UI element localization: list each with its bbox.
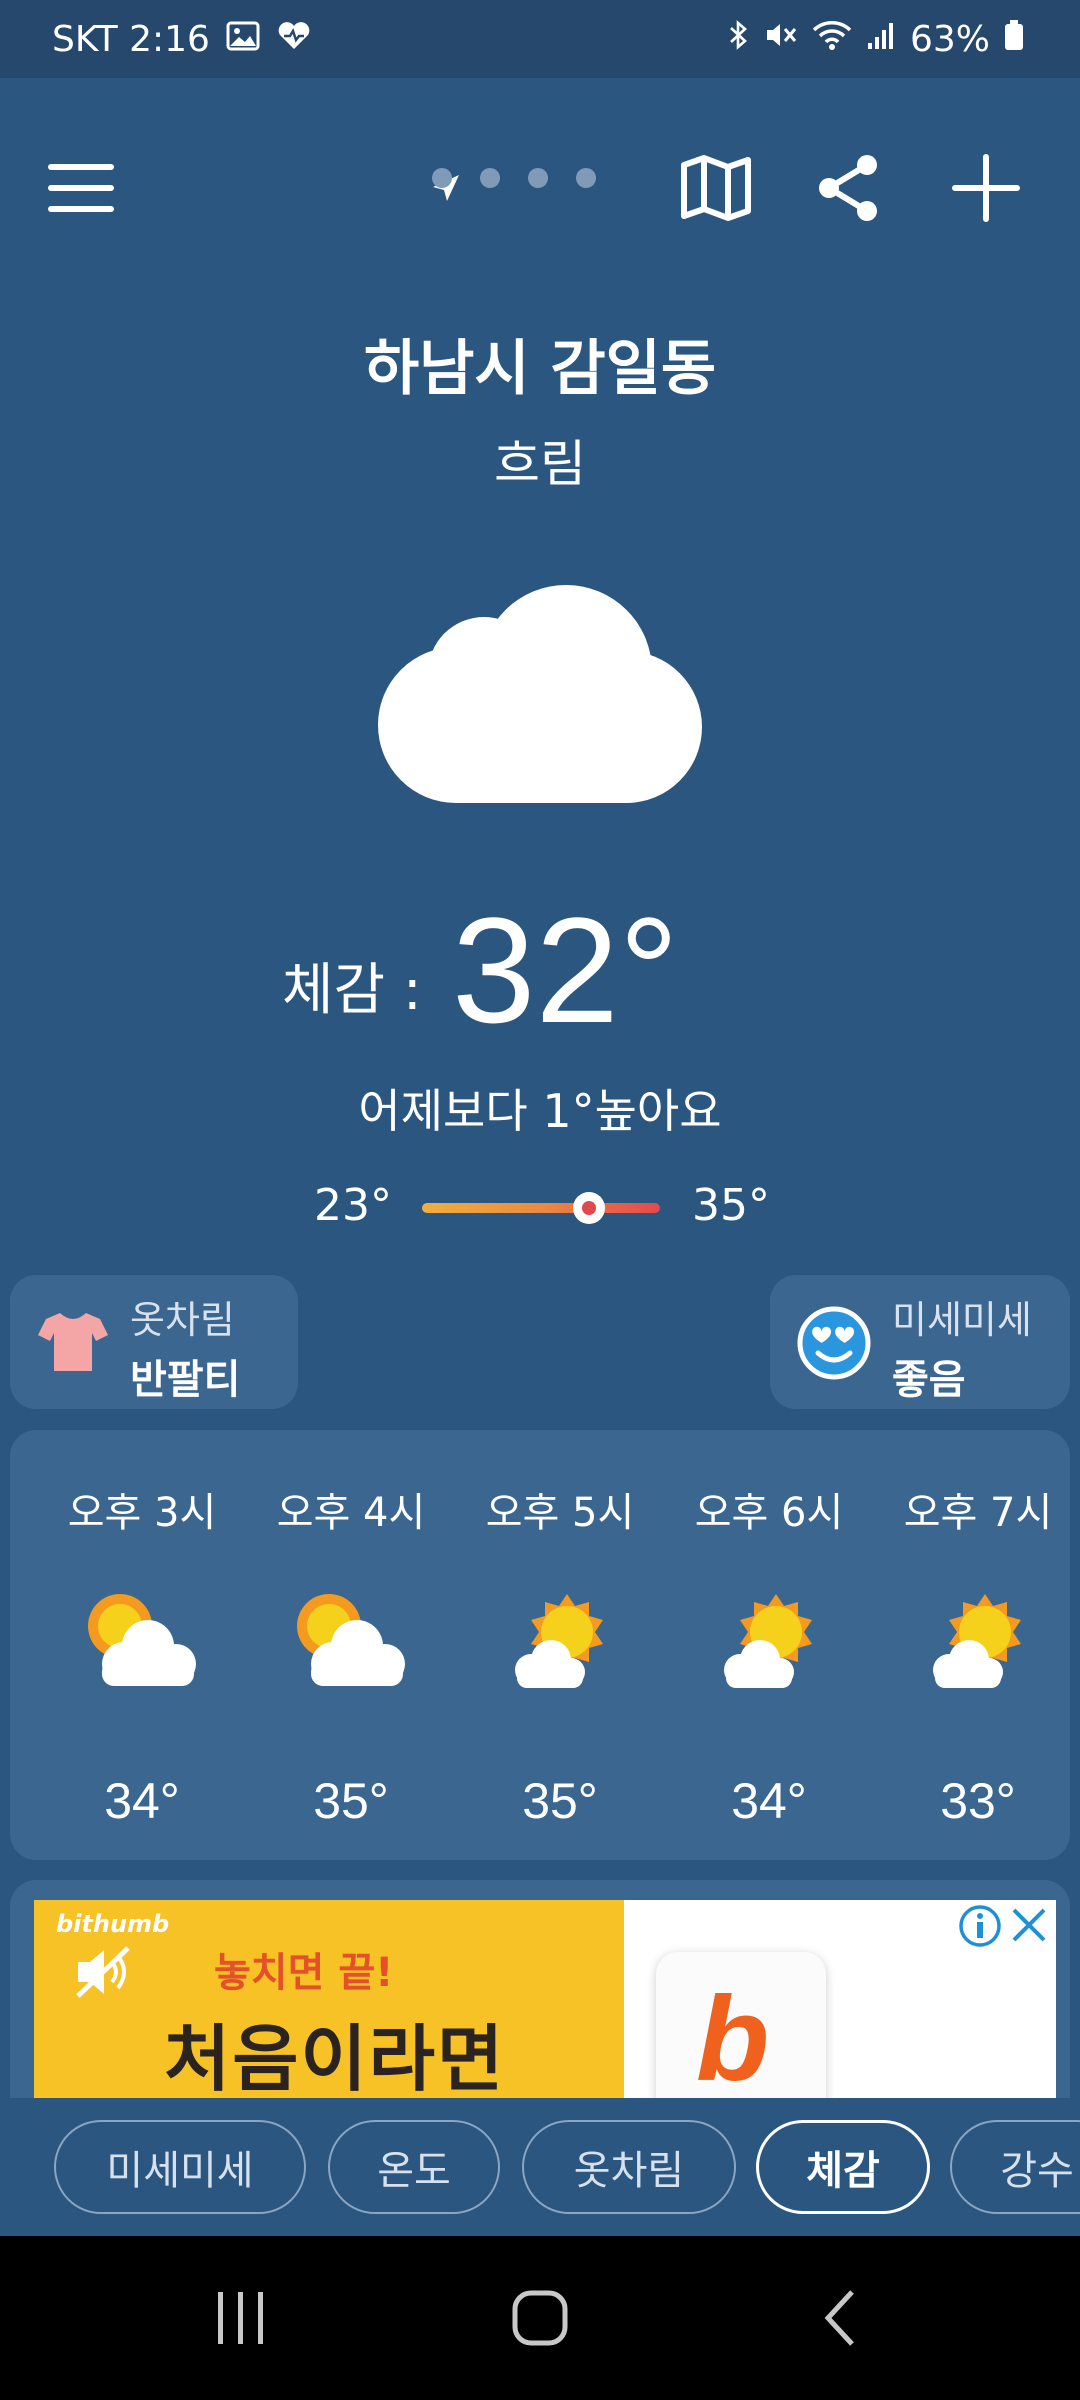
ad-brand: bithumb — [56, 1910, 170, 1938]
health-icon — [276, 19, 312, 60]
signal-icon — [866, 19, 896, 60]
carrier-time: SKT 2:16 — [52, 18, 210, 60]
page-dot[interactable] — [480, 168, 500, 188]
hour-time: 오후 5시 — [485, 1490, 635, 1536]
back-icon[interactable] — [780, 2236, 900, 2400]
tab-outfit[interactable]: 옷차림 — [522, 2120, 736, 2214]
hourly-item[interactable]: 오후 4시 35° — [251, 1430, 451, 1860]
hour-temp: 35° — [522, 1773, 598, 1829]
page-indicator — [432, 168, 596, 188]
feels-label: 체감 : — [282, 958, 422, 1023]
menu-icon[interactable] — [36, 140, 126, 236]
recent-apps-icon[interactable] — [180, 2236, 300, 2400]
page-dot[interactable] — [576, 168, 596, 188]
bluetooth-icon — [728, 19, 750, 60]
smile-face-icon — [796, 1305, 872, 1385]
hour-temp: 34° — [104, 1773, 180, 1829]
temperature-range: 23° 35° — [0, 1170, 1080, 1240]
bottom-tabs: 미세미세 온도 옷차림 체감 강수 — [0, 2098, 1080, 2236]
hourly-item[interactable]: 오후 5시 35° — [460, 1430, 660, 1860]
battery-icon — [1004, 19, 1024, 60]
hour-time: 오후 4시 — [276, 1490, 426, 1536]
add-icon[interactable] — [946, 140, 1026, 236]
fine-dust-label: 미세미세 — [892, 1298, 1032, 1342]
hour-temp: 33° — [940, 1773, 1016, 1829]
fine-dust-value: 좋음 — [892, 1357, 966, 1403]
tab-temperature[interactable]: 온도 — [328, 2120, 500, 2214]
fine-dust-card[interactable]: 미세미세 좋음 — [770, 1275, 1070, 1409]
weather-condition: 흐림 — [494, 435, 586, 493]
page-dot[interactable] — [528, 168, 548, 188]
sunny-cloud-icon — [714, 1590, 824, 1694]
range-bar — [422, 1203, 660, 1213]
gallery-icon — [226, 19, 260, 60]
range-marker — [572, 1192, 605, 1224]
battery-percent: 63% — [909, 18, 990, 60]
navigation-bar — [0, 2236, 1080, 2400]
outfit-card[interactable]: 옷차림 반팔티 — [10, 1275, 298, 1409]
ad-info-icon[interactable] — [958, 1904, 1002, 1952]
min-temperature: 23° — [314, 1180, 392, 1231]
hour-time: 오후 6시 — [694, 1490, 844, 1536]
ad-headline: 놓치면 끝! — [214, 1950, 394, 1996]
ad-image[interactable]: bithumb 놓치면 끝! 처음이라면 0원의 투자로 — [34, 1900, 624, 2100]
mute-icon — [764, 19, 798, 60]
home-icon[interactable] — [480, 2236, 600, 2400]
partly-cloudy-icon — [291, 1590, 411, 1694]
sunny-cloud-icon — [505, 1590, 615, 1694]
outfit-label: 옷차림 — [130, 1298, 235, 1342]
hour-time: 오후 7시 — [903, 1490, 1053, 1536]
partly-cloudy-icon — [82, 1590, 202, 1694]
hourly-forecast[interactable]: 오후 3시 34° 오후 4시 35° 오후 5시 35° 오후 6시 34° … — [10, 1430, 1070, 1860]
ad-close-icon[interactable] — [1010, 1906, 1048, 1948]
status-bar: SKT 2:16 63% — [0, 0, 1080, 78]
page-dot[interactable] — [432, 168, 452, 188]
tab-feels-like[interactable]: 체감 — [756, 2120, 930, 2214]
mute-icon[interactable] — [74, 1944, 134, 2004]
tshirt-icon — [38, 1311, 108, 1377]
hourly-item[interactable]: 오후 6시 34° — [669, 1430, 869, 1860]
hour-time: 오후 3시 — [67, 1490, 217, 1536]
bithumb-logo-icon: b — [696, 1972, 770, 2100]
sunny-cloud-icon — [923, 1590, 1033, 1694]
tab-precipitation[interactable]: 강수 — [950, 2120, 1080, 2214]
hour-temp: 34° — [731, 1773, 807, 1829]
wifi-icon — [812, 19, 852, 60]
feels-temperature: 32° — [452, 886, 679, 1054]
map-icon[interactable] — [676, 140, 756, 236]
hourly-item[interactable]: 오후 3시 34° — [42, 1430, 242, 1860]
outfit-value: 반팔티 — [130, 1357, 241, 1403]
ad-banner[interactable]: bithumb 놓치면 끝! 처음이라면 0원의 투자로 b — [10, 1880, 1070, 2100]
compare-yesterday: 어제보다 1°높아요 — [358, 1084, 722, 1138]
share-icon[interactable] — [808, 140, 888, 236]
ad-content[interactable]: bithumb 놓치면 끝! 처음이라면 0원의 투자로 b — [34, 1900, 1056, 2100]
max-temperature: 35° — [692, 1180, 770, 1231]
location-name[interactable]: 하남시 감일동 — [0, 320, 1080, 407]
ad-logo[interactable]: b — [656, 1952, 826, 2100]
hour-temp: 35° — [313, 1773, 389, 1829]
tab-fine-dust[interactable]: 미세미세 — [54, 2120, 306, 2214]
cloud-icon — [376, 585, 702, 807]
toolbar — [0, 140, 1080, 236]
hourly-item[interactable]: 오후 7시 33° — [878, 1430, 1078, 1860]
feels-like: 체감 : 32° — [0, 890, 1080, 1050]
location-arrow-icon — [428, 140, 464, 236]
